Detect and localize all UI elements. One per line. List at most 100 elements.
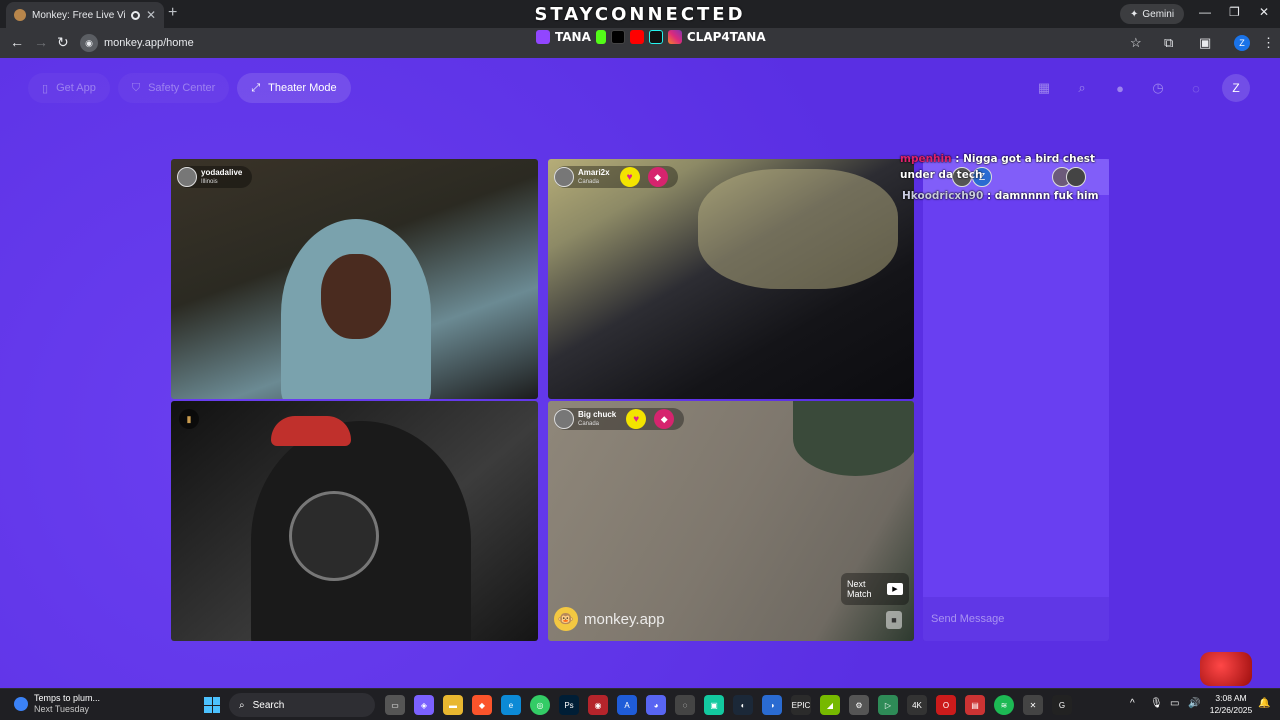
get-app-button[interactable]: ▯ Get App (28, 73, 110, 103)
stop-icon[interactable]: ■ (886, 611, 902, 629)
spotify-icon[interactable]: ≋ (994, 695, 1014, 715)
right-nav: ▦ ⌕ ● ◷ ◌ Z (1032, 74, 1250, 102)
profile-avatar[interactable]: Z (1234, 35, 1250, 51)
chat-username: mpenhin (900, 153, 952, 165)
safety-center-label: Safety Center (148, 82, 216, 94)
weather-icon (14, 697, 28, 711)
next-match-label: Next Match (847, 578, 872, 599)
history-icon[interactable]: ◷ (1146, 76, 1170, 100)
monkey-brand: 🐵 monkey.app (554, 607, 665, 631)
user-avatar[interactable]: Z (1222, 74, 1250, 102)
back-icon[interactable]: ← (10, 34, 24, 50)
chat-panel: Send Message (923, 159, 1109, 641)
user-chip-tile1[interactable]: yodadalive Illinois (177, 166, 253, 188)
expand-icon: ⤢ (251, 81, 261, 94)
side-panel-icon[interactable]: ▣ (1199, 35, 1211, 51)
photoshop-icon[interactable]: Ps (559, 695, 579, 715)
tiktok-icon (648, 30, 663, 44)
tray-overflow-icon[interactable]: ^ (1130, 698, 1135, 709)
brand-text: monkey.app (584, 610, 665, 628)
app-icon[interactable]: ▷ (878, 695, 898, 715)
user-location: Canada (578, 179, 600, 185)
weather-widget[interactable]: Temps to plum... Next Tuesday (14, 693, 100, 715)
file-explorer-icon[interactable]: ▬ (443, 695, 463, 715)
friends-icon[interactable]: ● (1108, 76, 1132, 100)
task-view-icon[interactable]: ▭ (385, 695, 405, 715)
top-nav: ▯ Get App ⛉ Safety Center ⤢ Theater Mode (28, 73, 351, 103)
blurred-object (793, 401, 914, 476)
notification-icon[interactable]: 🔔 (1258, 698, 1270, 709)
username: yodadalive (201, 168, 243, 177)
send-message-input[interactable]: Send Message (923, 597, 1109, 641)
next-match-button[interactable]: Next Match ▶ (841, 573, 909, 605)
stream-overlay-socials: TANA CLAP4TANA (536, 28, 766, 46)
reload-icon[interactable]: ↻ (57, 34, 69, 51)
edge-icon[interactable]: e (501, 695, 521, 715)
app-icon[interactable]: 4K (907, 695, 927, 715)
browser-menu-icon[interactable]: ⋮ (1262, 35, 1275, 51)
app-icon[interactable]: ◌ (675, 695, 695, 715)
app-icon[interactable]: ▣ (704, 695, 724, 715)
user-chip-tile4[interactable]: Big chuck Canada ♥ ◆ (554, 408, 685, 430)
username: Amari2x (578, 168, 610, 177)
clock-time: 3:08 AM (1215, 693, 1247, 703)
taskbar-search[interactable]: ⌕ Search (229, 693, 375, 717)
settings-icon[interactable]: ⚙ (849, 695, 869, 715)
user-chip-tile2[interactable]: Amari2x Canada ♥ ◆ (554, 166, 678, 188)
windows-taskbar: Temps to plum... Next Tuesday ⌕ Search ▭… (0, 688, 1280, 720)
camera-flip-icon[interactable]: ▮ (179, 409, 199, 429)
search-icon[interactable]: ⌕ (1070, 76, 1094, 100)
system-clock[interactable]: 3:08 AM 12/26/2025 (1208, 692, 1254, 716)
app-icon[interactable]: A (617, 695, 637, 715)
network-icon[interactable]: ▭ (1170, 698, 1179, 709)
epic-games-icon[interactable]: EPIC (791, 695, 811, 715)
microphone-icon[interactable]: 🎙 (1150, 698, 1163, 709)
store-icon[interactable]: ▦ (1032, 76, 1056, 100)
search-label: Search (252, 699, 285, 711)
user-location: Canada (578, 421, 600, 427)
extensions-icon[interactable]: ⧉ (1164, 35, 1173, 51)
safety-center-button[interactable]: ⛉ Safety Center (117, 73, 230, 103)
brave-icon[interactable]: ◆ (472, 695, 492, 715)
heart-icon[interactable]: ♥ (626, 409, 647, 429)
shield-icon: ⛉ (131, 81, 141, 94)
heart-icon[interactable]: ♥ (619, 167, 640, 187)
video-tile-yodadalive: yodadalive Illinois (171, 159, 538, 399)
channel-logo (1200, 652, 1252, 686)
app-icon[interactable]: G (1052, 695, 1072, 715)
video-tile-big-chuck: Big chuck Canada ♥ ◆ Next Match ▶ ■ 🐵 mo… (548, 401, 914, 641)
avatar (554, 409, 574, 429)
messages-icon[interactable]: ◌ (1184, 76, 1208, 100)
discord-icon[interactable]: ◕ (646, 695, 666, 715)
nvidia-icon[interactable]: ◢ (820, 695, 840, 715)
theater-mode-button[interactable]: ⤢ Theater Mode (237, 73, 351, 103)
twitch-icon (536, 30, 550, 44)
video-tile-self: ▮ (171, 401, 538, 641)
monkey-logo-icon: 🐵 (554, 607, 578, 631)
volume-icon[interactable]: 🔊 (1188, 698, 1200, 709)
steam-icon[interactable]: ◐ (733, 695, 753, 715)
overlay-handle-left: TANA (555, 30, 591, 44)
chat-text: : damnnnn fuk him (983, 190, 1099, 202)
opera-icon[interactable]: O (936, 695, 956, 715)
user-location: Illinois (201, 179, 218, 185)
app-icon[interactable]: ▤ (965, 695, 985, 715)
windows-start-icon[interactable] (204, 697, 220, 713)
video-tile-amari2x: Amari2x Canada ♥ ◆ (548, 159, 914, 399)
app-icon[interactable]: ◑ (762, 695, 782, 715)
forward-icon[interactable]: → (34, 34, 48, 50)
app-icon[interactable]: ✕ (1023, 695, 1043, 715)
bookmark-star-icon[interactable]: ☆ (1130, 35, 1142, 51)
youtube-icon (629, 30, 644, 44)
phone-icon: ▯ (42, 82, 49, 95)
copilot-icon[interactable]: ◈ (414, 695, 434, 715)
chat-username: Hkoodricxh90 (902, 190, 984, 202)
app-icon[interactable]: ◉ (588, 695, 608, 715)
site-info-icon[interactable]: ◉ (80, 34, 98, 52)
chrome-icon[interactable]: ◎ (530, 695, 550, 715)
url-text: monkey.app/home (104, 37, 194, 49)
play-icon: ▶ (887, 583, 903, 595)
search-icon: ⌕ (239, 699, 245, 711)
get-app-label: Get App (56, 82, 96, 94)
avatar (177, 167, 197, 187)
